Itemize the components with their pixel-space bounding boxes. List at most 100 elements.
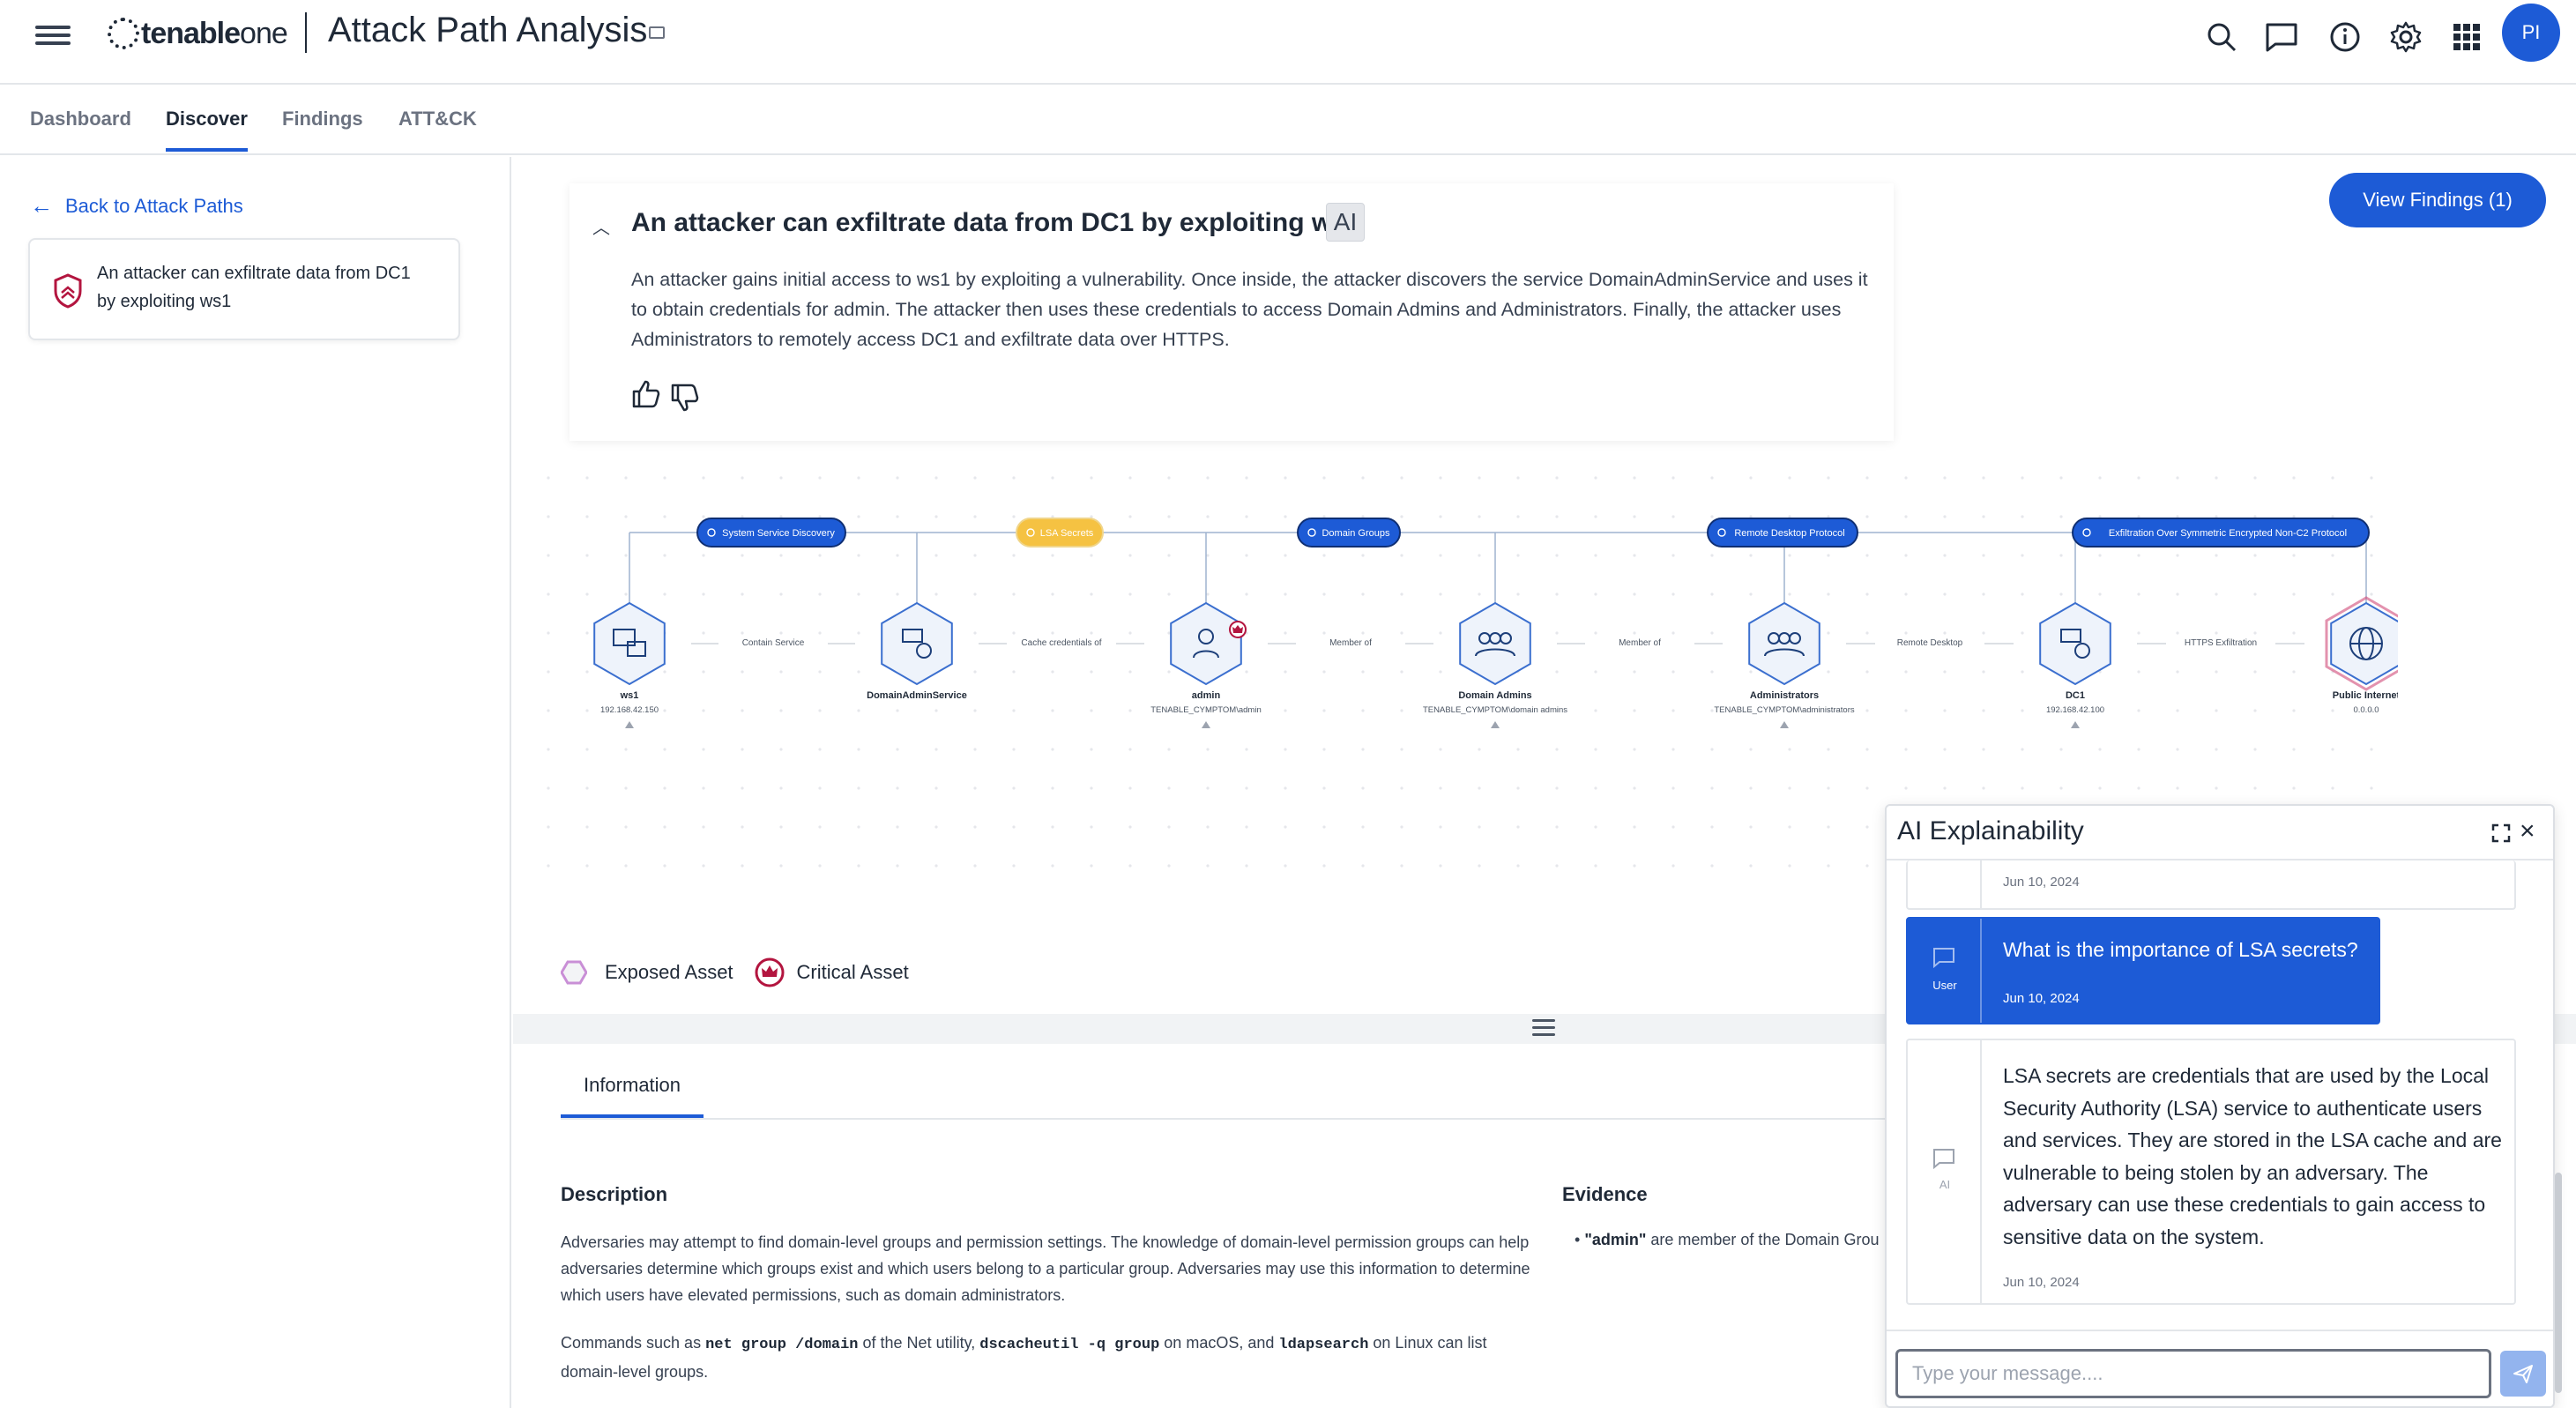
node-name-label: DC1 (2066, 690, 2085, 701)
legend-exposed-label: Exposed Asset (605, 961, 733, 983)
info-icon[interactable] (2326, 18, 2364, 56)
expand-icon[interactable] (2491, 823, 2511, 843)
gear-icon[interactable] (2386, 18, 2425, 56)
tenable-one-logo[interactable]: tenable one (108, 14, 288, 53)
chat-header: AI Explainability × (1887, 806, 2553, 860)
node-subtitle-label: 0.0.0.0 (2353, 705, 2379, 715)
chat-message-user: User What is the importance of LSA secre… (1906, 917, 2380, 1024)
chat-message-input[interactable] (1895, 1349, 2491, 1398)
ai-summary-title: An attacker can exfiltrate data from DC1… (631, 208, 1362, 237)
cmd-ldapsearch: ldapsearch (1278, 1337, 1369, 1353)
apps-grid-icon[interactable] (2447, 18, 2486, 56)
edge-label: Cache credentials of (1021, 638, 1101, 648)
thumbs-down-icon[interactable] (670, 383, 700, 413)
edge-label: Remote Desktop (1897, 638, 1963, 648)
logo-brand: tenable (141, 16, 241, 50)
evidence-item: • "admin" are member of the Domain Grou (1575, 1231, 1880, 1248)
commands-text: Commands such as net group /domain of th… (561, 1330, 1530, 1385)
cmd-prefix: Commands such as (561, 1334, 706, 1352)
chat-input-area (1887, 1330, 2553, 1406)
evidence-heading: Evidence (1562, 1183, 1648, 1205)
graph-legend: Exposed Asset Critical Asset (561, 957, 909, 987)
cmd-dscacheutil: dscacheutil -q group (979, 1337, 1160, 1353)
title-divider (305, 12, 307, 53)
chat-title: AI Explainability (1897, 816, 2084, 846)
top-bar: tenable one Attack Path Analysis PI (0, 0, 2576, 85)
edge-label: Member of (1329, 638, 1372, 648)
search-icon[interactable] (2202, 18, 2241, 56)
exposed-asset-hex-icon (561, 960, 587, 985)
view-findings-button[interactable]: View Findings (1) (2329, 173, 2546, 227)
edge-label: Member of (1619, 638, 1661, 648)
ai-explainability-panel: AI Explainability × Jun 10, 2024 User Wh… (1885, 804, 2555, 1408)
evidence-bold: "admin" (1584, 1231, 1647, 1248)
thumbs-up-icon[interactable] (631, 379, 661, 409)
evidence-rest: are member of the Domain Grou (1646, 1231, 1880, 1248)
chat-scrollbar[interactable] (2555, 1173, 2562, 1393)
chat-bubble-icon (1933, 1149, 1954, 1169)
back-label: Back to Attack Paths (65, 194, 243, 217)
chevron-up-icon[interactable]: ︿ (592, 213, 610, 239)
message-sidebar (1908, 860, 1982, 908)
tab-information[interactable]: Information (561, 1074, 704, 1118)
node-subtitle-label: TENABLE_CYMPTOM\domain admins (1423, 705, 1567, 715)
legend-critical-label: Critical Asset (796, 961, 909, 983)
drag-handle-icon[interactable] (1532, 1019, 1555, 1037)
node-name-label: DomainAdminService (867, 690, 967, 701)
chat-icon[interactable] (2262, 18, 2301, 56)
tab-dashboard[interactable]: Dashboard (30, 108, 131, 130)
description-heading: Description (561, 1183, 668, 1205)
logo-ring-icon (108, 18, 139, 49)
logo-product: one (240, 16, 288, 50)
cmd-mid2: on macOS, and (1159, 1334, 1279, 1352)
cmd-mid1: of the Net utility, (858, 1334, 980, 1352)
ai-summary-description: An attacker gains initial access to ws1 … (631, 269, 1868, 350)
attack-path-card[interactable]: An attacker can exfiltrate data from DC1… (28, 238, 460, 340)
technique-label: LSA Secrets (1040, 528, 1094, 539)
node-subtitle-label: TENABLE_CYMPTOM\administrators (1714, 705, 1855, 715)
technique-label: Domain Groups (1322, 528, 1390, 539)
send-icon (2513, 1365, 2533, 1383)
node-name-label: ws1 (620, 690, 639, 701)
ai-summary-card: ︿ An attacker can exfiltrate data from D… (570, 183, 1894, 441)
ai-badge: AI (1326, 203, 1365, 242)
node-name-label: Public Internet (2333, 690, 2398, 701)
node-subtitle-label: TENABLE_CYMPTOM\admin (1150, 705, 1261, 715)
details-tab-underline (561, 1118, 1901, 1120)
tab-attack[interactable]: ATT&CK (398, 108, 477, 130)
chat-bubble-icon (1933, 948, 1954, 968)
back-to-attack-paths-link[interactable]: ← Back to Attack Paths (30, 192, 243, 220)
node-name-label: Domain Admins (1458, 690, 1531, 701)
menu-icon[interactable] (35, 21, 71, 49)
chat-message-ai: AI LSA secrets are credentials that are … (1906, 1039, 2516, 1305)
attack-paths-sidebar: ← Back to Attack Paths An attacker can e… (0, 157, 511, 1408)
message-date: Jun 10, 2024 (2003, 991, 2080, 1006)
tab-findings[interactable]: Findings (282, 108, 363, 130)
arrow-left-icon: ← (30, 192, 53, 219)
cmd-net-group: net group /domain (705, 1337, 859, 1353)
message-date: Jun 10, 2024 (2003, 1275, 2080, 1290)
page-title: Attack Path Analysis (328, 11, 648, 49)
title-badge-icon (649, 26, 665, 39)
send-button[interactable] (2500, 1351, 2546, 1397)
technique-label: Remote Desktop Protocol (1734, 528, 1844, 539)
message-date: Jun 10, 2024 (2003, 875, 2080, 890)
edge-label: HTTPS Exfiltration (2185, 638, 2257, 648)
technique-label: Exfiltration Over Symmetric Encrypted No… (2109, 528, 2347, 539)
node-subtitle-label: 192.168.42.100 (2046, 705, 2104, 715)
node-name-label: Administrators (1750, 690, 1819, 701)
technique-label: System Service Discovery (722, 528, 835, 539)
chat-message-previous: Jun 10, 2024 (1906, 860, 2516, 910)
nav-tabs: Dashboard Discover Findings ATT&CK (0, 86, 2576, 155)
crown-icon (755, 957, 785, 987)
node-name-label: admin (1192, 690, 1221, 701)
app-root: tenable one Attack Path Analysis PI Dashb… (0, 0, 2576, 1408)
message-author: User (1932, 979, 1957, 992)
description-text: Adversaries may attempt to find domain-l… (561, 1233, 1530, 1304)
close-icon[interactable]: × (2520, 816, 2535, 846)
message-author: AI (1939, 1178, 1951, 1191)
message-text: LSA secrets are credentials that are use… (2003, 1064, 2502, 1248)
tab-discover[interactable]: Discover (166, 108, 248, 152)
user-avatar[interactable]: PI (2502, 4, 2560, 62)
node-subtitle-label: 192.168.42.150 (600, 705, 659, 715)
